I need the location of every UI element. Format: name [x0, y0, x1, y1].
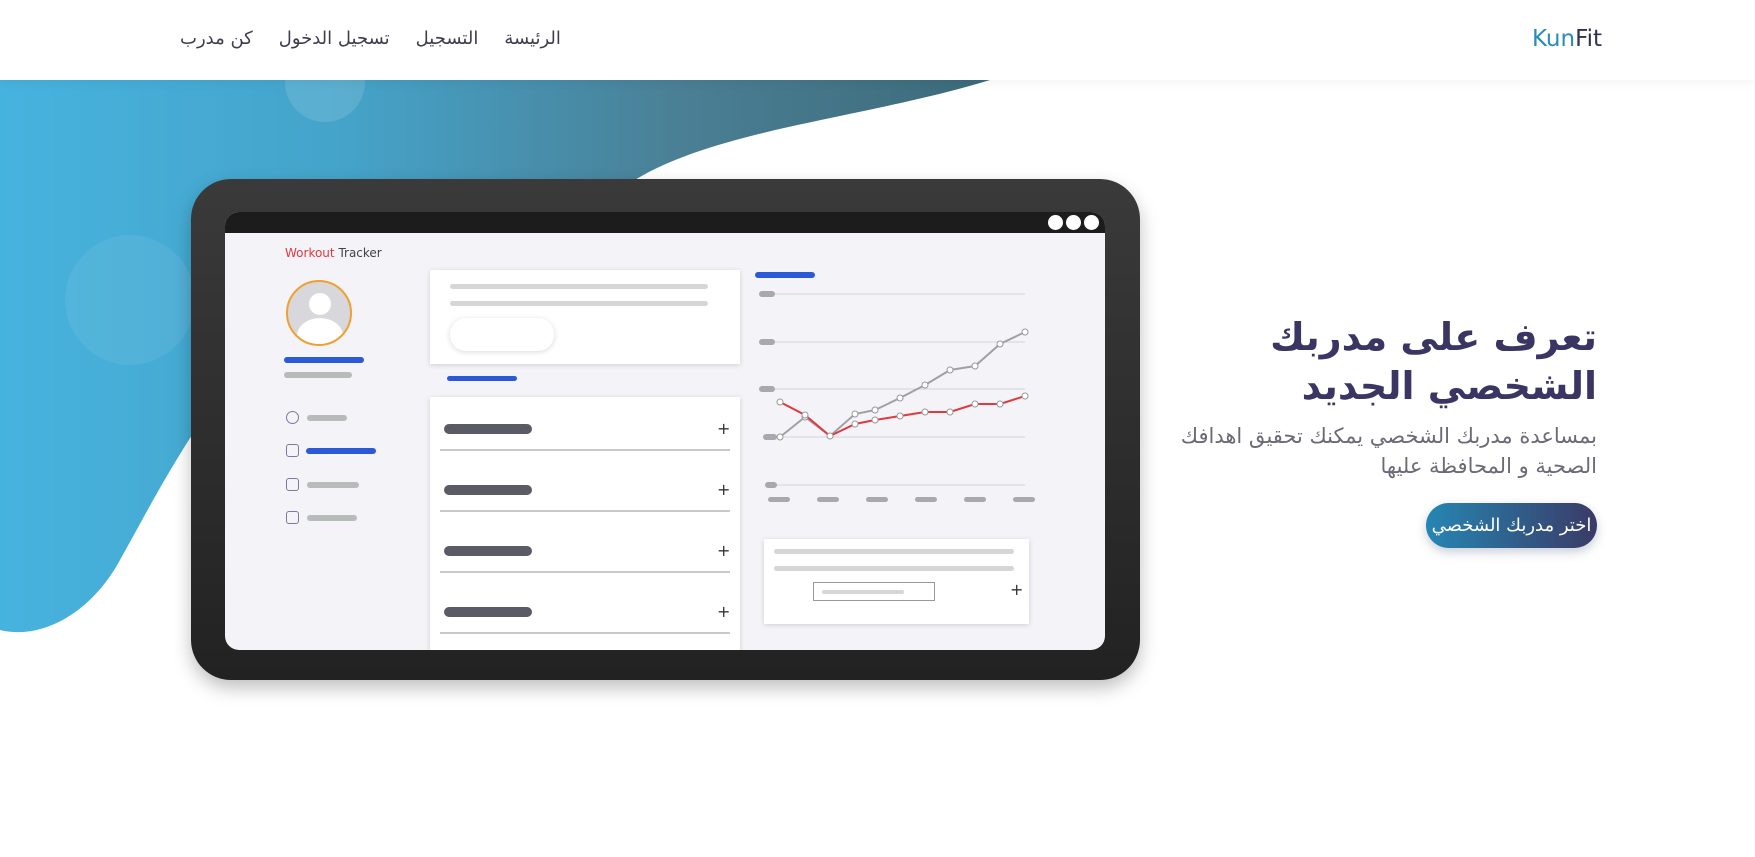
nav-link-home[interactable]: الرئيسة [504, 28, 561, 49]
avatar-icon [286, 280, 352, 346]
schedule-icon [286, 478, 299, 491]
nav-links: الرئيسة التسجيل تسجيل الدخول كن مدرب [180, 28, 561, 49]
plus-icon: + [717, 480, 731, 499]
plus-icon: + [1010, 580, 1024, 599]
tablet-screen: Workout Tracker + + + + + [225, 212, 1105, 650]
placeholder-bar [284, 372, 352, 378]
mockup-small-card: + [764, 539, 1029, 624]
user-icon [286, 411, 299, 424]
logout-icon [286, 511, 299, 524]
plus-icon: + [717, 419, 731, 438]
placeholder-bar [307, 515, 357, 521]
hero-subtitle: بمساعدة مدربك الشخصي يمكنك تحقيق اهدافك … [1180, 424, 1597, 478]
nav-link-register[interactable]: التسجيل [416, 28, 479, 49]
top-navbar: KunFit الرئيسة التسجيل تسجيل الدخول كن م… [0, 0, 1755, 80]
placeholder-bar [306, 448, 376, 454]
choose-trainer-button[interactable]: اختر مدربك الشخصي [1426, 503, 1597, 548]
screen-topbar [225, 212, 1105, 233]
placeholder-bar [307, 482, 359, 488]
nav-link-become-trainer[interactable]: كن مدرب [180, 28, 253, 49]
plus-icon: + [717, 602, 731, 621]
calendar-icon [286, 444, 299, 457]
plus-icon: + [717, 541, 731, 560]
brand-logo[interactable]: KunFit [1532, 26, 1602, 52]
hero-title: تعرف على مدربك الشخصي الجديد [1270, 315, 1597, 408]
mockup-card [430, 270, 740, 364]
workout-tracker-title: Workout Tracker [285, 246, 382, 260]
hero-text-block: تعرف على مدربك الشخصي الجديد بمساعدة مدر… [1177, 313, 1597, 481]
nav-link-login[interactable]: تسجيل الدخول [279, 28, 390, 49]
placeholder-bar [307, 415, 347, 421]
window-dots-icon [1048, 215, 1099, 230]
mockup-list-card: + + + + [430, 397, 740, 650]
placeholder-bar [284, 357, 364, 363]
placeholder-bar [447, 376, 517, 381]
mockup-line-chart [755, 272, 1035, 502]
tablet-mockup-image: Workout Tracker + + + + + [191, 179, 1140, 680]
